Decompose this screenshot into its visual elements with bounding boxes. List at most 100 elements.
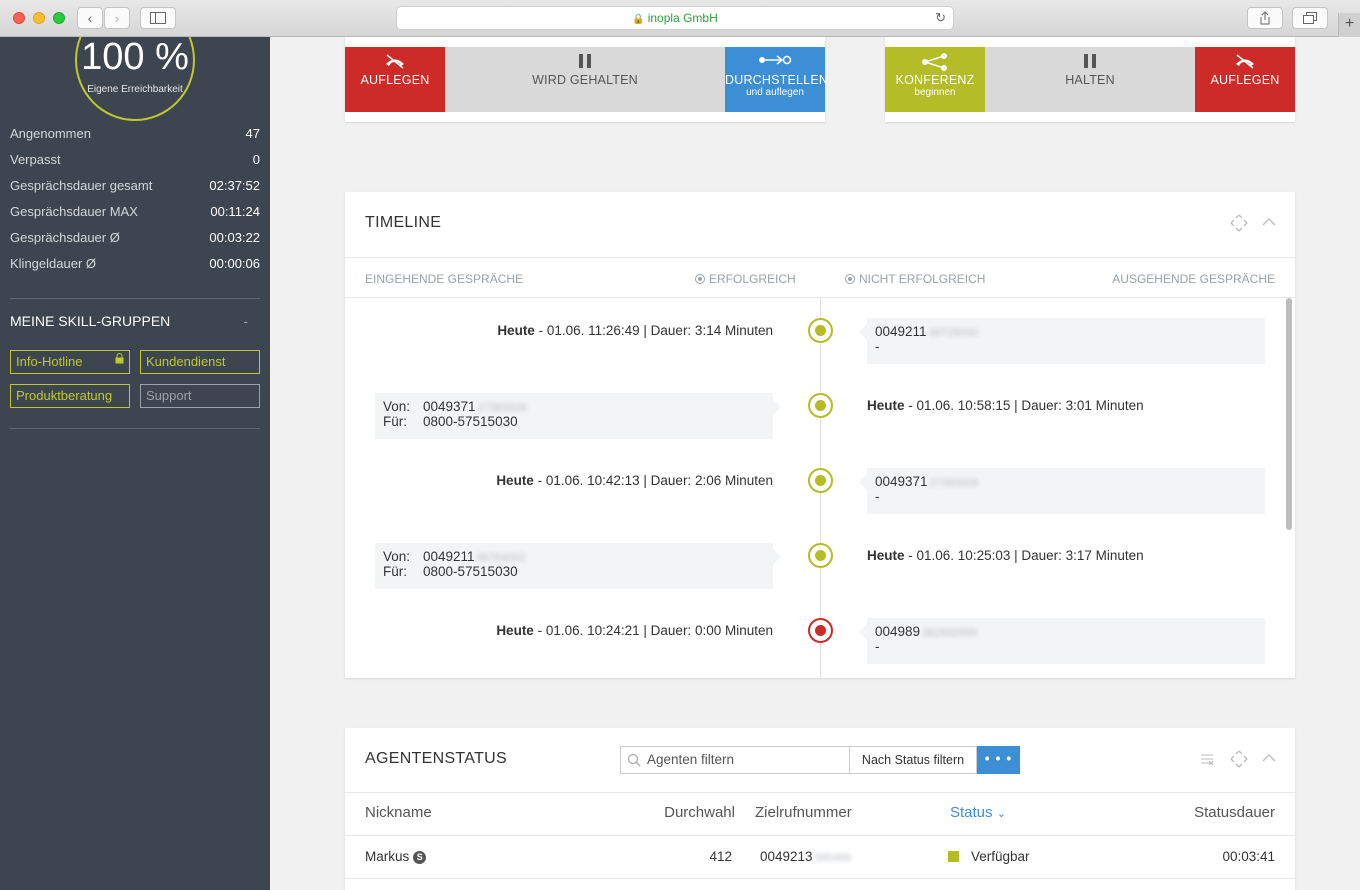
button-label: DURCHSTELLEN bbox=[725, 73, 829, 87]
hangup-icon bbox=[345, 53, 445, 73]
status-filter-dropdown[interactable]: Nach Status filtern bbox=[849, 746, 977, 774]
event-time: Heute - 01.06. 11:26:49 | Dauer: 3:14 Mi… bbox=[497, 323, 773, 338]
stat-value: 0 bbox=[252, 152, 260, 167]
stat-label: Gesprächsdauer gesamt bbox=[10, 178, 153, 193]
column-status-label: Status bbox=[950, 804, 993, 821]
more-options-button[interactable]: • • • bbox=[977, 746, 1020, 774]
legend-fail[interactable]: NICHT ERFOLGREICH bbox=[845, 272, 985, 286]
event-detail: - 01.06. 11:26:49 | Dauer: 3:14 Minuten bbox=[534, 323, 773, 338]
event-success-node[interactable] bbox=[808, 468, 833, 493]
event-line2: - bbox=[875, 639, 880, 654]
new-tab-button[interactable]: + bbox=[1338, 13, 1360, 37]
button-label: AUFLEGEN bbox=[1210, 73, 1280, 87]
hidden-number: 27383326 bbox=[929, 477, 979, 489]
column-durchwahl[interactable]: Durchwahl bbox=[664, 804, 735, 821]
back-button[interactable]: ‹ bbox=[77, 7, 103, 29]
scrollbar-thumb[interactable] bbox=[1286, 298, 1292, 530]
on-hold-button[interactable]: WIRD GEHALTEN bbox=[445, 47, 725, 112]
hidden-number: 382932999 bbox=[922, 627, 978, 639]
stat-label: Gesprächsdauer Ø bbox=[10, 230, 120, 245]
event-day: Heute bbox=[867, 548, 905, 563]
event-number: 0049371 bbox=[875, 474, 928, 489]
hangup-button[interactable]: AUFLEGEN bbox=[345, 47, 445, 112]
divider bbox=[10, 298, 260, 299]
filter-placeholder: Agenten filtern bbox=[647, 752, 735, 767]
pause-icon bbox=[985, 53, 1195, 73]
event-time: Heute - 01.06. 10:25:03 | Dauer: 3:17 Mi… bbox=[867, 548, 1144, 563]
hangup-icon bbox=[1195, 53, 1295, 73]
agent-status-panel: AGENTENSTATUS Agenten filtern Nach Statu… bbox=[345, 728, 1295, 890]
expand-icon[interactable] bbox=[1230, 214, 1248, 235]
column-nickname[interactable]: Nickname bbox=[365, 804, 432, 821]
zoom-window-button[interactable] bbox=[53, 12, 65, 24]
collapse-icon[interactable]: - bbox=[243, 313, 248, 329]
skill-info-hotline[interactable]: Info-Hotline bbox=[10, 350, 130, 374]
skill-produktberatung[interactable]: Produktberatung bbox=[10, 384, 130, 408]
lock-icon: 🔒 bbox=[632, 14, 645, 25]
event-success-node[interactable] bbox=[808, 393, 833, 418]
legend-success[interactable]: ERFOLGREICH bbox=[695, 272, 796, 286]
tabs-overview-button[interactable] bbox=[1292, 7, 1328, 29]
hidden-number: 585466 bbox=[814, 852, 852, 864]
button-label: AUFLEGEN bbox=[360, 73, 430, 87]
skill-support[interactable]: Support bbox=[140, 384, 260, 408]
event-number-bubble: 004989 382932999 - bbox=[859, 618, 1265, 664]
hold-button[interactable]: HALTEN bbox=[985, 47, 1195, 112]
to-number: 0800-57515030 bbox=[423, 564, 518, 579]
to-label: Für: bbox=[383, 414, 408, 429]
cell-status: Verfügbar bbox=[948, 849, 1030, 864]
minimize-window-button[interactable] bbox=[33, 12, 45, 24]
conference-button[interactable]: KONFERENZ beginnen bbox=[885, 47, 985, 112]
divider bbox=[10, 428, 260, 429]
event-number-bubble: 0049371 27383326 - bbox=[859, 468, 1265, 514]
chevron-down-icon: ⌄ bbox=[996, 808, 1006, 820]
pause-icon bbox=[445, 53, 725, 73]
event-time: Heute - 01.06. 10:24:21 | Dauer: 0:00 Mi… bbox=[496, 623, 773, 638]
transfer-button[interactable]: DURCHSTELLEN und auflegen bbox=[725, 47, 829, 112]
stat-row: Angenommen 47 bbox=[10, 126, 260, 152]
event-fail-node[interactable] bbox=[808, 618, 833, 643]
stat-label: Verpasst bbox=[10, 152, 61, 167]
hangup-button[interactable]: AUFLEGEN bbox=[1195, 47, 1295, 112]
chevron-up-icon[interactable] bbox=[1261, 750, 1277, 769]
address-bar[interactable]: 🔒 inopla GmbH ↻ bbox=[396, 6, 954, 30]
from-label: Von: bbox=[383, 549, 411, 564]
skill-groups-title: MEINE SKILL-GRUPPEN bbox=[10, 313, 171, 329]
sidebar-toggle-button[interactable] bbox=[140, 7, 176, 29]
skill-kundendienst[interactable]: Kundendienst bbox=[140, 350, 260, 374]
event-success-node[interactable] bbox=[808, 543, 833, 568]
close-window-button[interactable] bbox=[13, 12, 25, 24]
legend-outgoing: AUSGEHENDE GESPRÄCHE bbox=[1112, 272, 1275, 286]
forward-button[interactable]: › bbox=[104, 7, 130, 29]
button-label: KONFERENZ bbox=[895, 73, 975, 87]
stat-label: Angenommen bbox=[10, 126, 91, 141]
list-settings-icon[interactable] bbox=[1200, 752, 1214, 769]
chevron-up-icon[interactable] bbox=[1261, 214, 1277, 233]
divider bbox=[345, 835, 1295, 836]
hidden-number: 36729000 bbox=[928, 327, 978, 339]
timeline-scrollbar[interactable] bbox=[1285, 298, 1293, 678]
column-statusdauer[interactable]: Statusdauer bbox=[1194, 804, 1275, 821]
chevron-left-icon: ‹ bbox=[87, 10, 93, 26]
expand-icon[interactable] bbox=[1230, 750, 1248, 771]
stat-value: 00:00:06 bbox=[209, 256, 260, 271]
status-text: Verfügbar bbox=[971, 849, 1030, 864]
button-label: HALTEN bbox=[1065, 73, 1115, 87]
stat-label: Gesprächsdauer MAX bbox=[10, 204, 138, 219]
agent-filter-input[interactable]: Agenten filtern bbox=[620, 746, 850, 774]
stats-list: Angenommen 47 Verpasst 0 Gesprächsdauer ge… bbox=[10, 126, 260, 282]
stat-row: Verpasst 0 bbox=[10, 152, 260, 178]
reachability-gauge: 100 % Eigene Erreichbarkeit bbox=[75, 37, 195, 121]
radio-icon bbox=[695, 274, 705, 284]
hidden-number: 36764002 bbox=[476, 552, 526, 564]
skill-label: Kundendienst bbox=[146, 354, 226, 369]
event-success-node[interactable] bbox=[808, 318, 833, 343]
share-button[interactable] bbox=[1247, 7, 1283, 29]
ziel-number: 0049213 bbox=[760, 849, 813, 864]
button-label: WIRD GEHALTEN bbox=[532, 73, 638, 87]
reload-icon[interactable]: ↻ bbox=[935, 7, 946, 29]
cell-nickname: Markus S bbox=[365, 849, 427, 865]
column-zielrufnummer[interactable]: Zielrufnummer bbox=[755, 804, 852, 821]
legend-fail-label: NICHT ERFOLGREICH bbox=[859, 272, 986, 286]
column-status[interactable]: Status ⌄ bbox=[950, 804, 1006, 821]
